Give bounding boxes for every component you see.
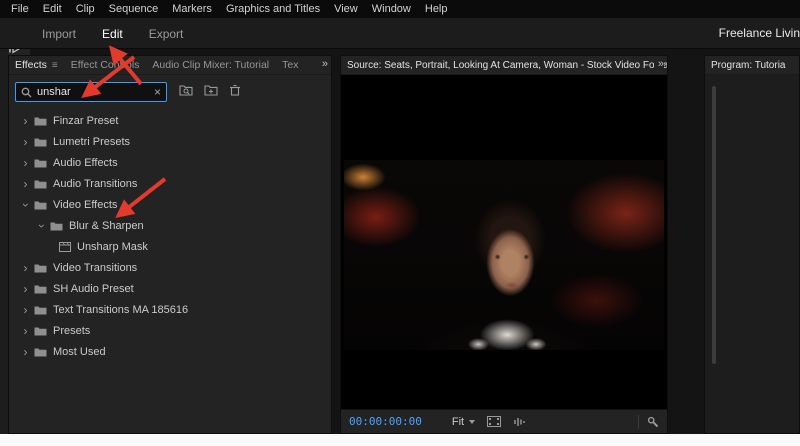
chevron-right-icon[interactable] bbox=[19, 303, 32, 317]
tree-item-audio-effects[interactable]: Audio Effects bbox=[9, 152, 331, 173]
menu-item-window[interactable]: Window bbox=[365, 0, 418, 18]
chevron-right-icon[interactable] bbox=[19, 156, 32, 170]
effects-panel-tabs: Effects ≡ Effect Controls Audio Clip Mix… bbox=[9, 56, 331, 75]
bin-icon bbox=[34, 179, 47, 189]
tree-item-presets[interactable]: Presets bbox=[9, 320, 331, 341]
bin-icon bbox=[34, 263, 47, 273]
zoom-level-value: Fit bbox=[452, 416, 464, 428]
menu-bar: File Edit Clip Sequence Markers Graphics… bbox=[0, 0, 800, 18]
tab-text[interactable]: Tex bbox=[282, 59, 298, 71]
tree-item-label: Text Transitions MA 185616 bbox=[53, 304, 188, 316]
tree-item-label: Video Effects bbox=[53, 199, 117, 211]
tree-item-label: SH Audio Preset bbox=[53, 283, 134, 295]
bin-icon bbox=[50, 221, 63, 231]
bin-toolbar bbox=[179, 84, 241, 96]
bin-icon bbox=[34, 305, 47, 315]
source-controls: 00:00:00:00 Fit bbox=[341, 409, 667, 433]
source-monitor-panel: Source: Seats, Portrait, Looking At Came… bbox=[340, 55, 668, 434]
tree-item-label: Audio Effects bbox=[53, 157, 118, 169]
workspace-tab-import[interactable]: Import bbox=[42, 27, 76, 41]
effects-panel: Effects ≡ Effect Controls Audio Clip Mix… bbox=[8, 55, 332, 434]
tab-effect-controls[interactable]: Effect Controls bbox=[71, 59, 140, 71]
new-custom-bin-icon[interactable] bbox=[204, 84, 219, 96]
bin-icon bbox=[34, 137, 47, 147]
menu-item-view[interactable]: View bbox=[327, 0, 365, 18]
scrollbar[interactable] bbox=[712, 86, 716, 364]
drag-video-icon[interactable] bbox=[487, 416, 501, 427]
menu-item-clip[interactable]: Clip bbox=[69, 0, 102, 18]
zoom-level-select[interactable]: Fit bbox=[452, 416, 475, 428]
delete-bin-icon[interactable] bbox=[229, 84, 241, 96]
tree-item-label: Presets bbox=[53, 325, 90, 337]
screenshot-bottom-margin bbox=[0, 434, 800, 446]
menu-item-file[interactable]: File bbox=[4, 0, 36, 18]
panel-overflow-icon[interactable]: » bbox=[654, 58, 664, 70]
chevron-right-icon[interactable] bbox=[19, 261, 32, 275]
menu-item-edit[interactable]: Edit bbox=[36, 0, 69, 18]
menu-item-markers[interactable]: Markers bbox=[165, 0, 219, 18]
menu-item-sequence[interactable]: Sequence bbox=[102, 0, 166, 18]
tab-audio-clip-mixer[interactable]: Audio Clip Mixer: Tutorial bbox=[152, 59, 269, 71]
panel-menu-icon[interactable]: ≡ bbox=[52, 60, 58, 71]
settings-wrench-icon[interactable] bbox=[647, 416, 659, 428]
search-input[interactable] bbox=[37, 86, 149, 98]
tab-effects[interactable]: Effects bbox=[15, 59, 47, 71]
panel-overflow-icon[interactable]: » bbox=[318, 58, 328, 70]
effect-icon bbox=[59, 242, 71, 252]
bin-icon bbox=[34, 347, 47, 357]
tree-item-blur-sharpen[interactable]: Blur & Sharpen bbox=[9, 215, 331, 236]
menu-item-help[interactable]: Help bbox=[418, 0, 455, 18]
clear-search-icon[interactable]: × bbox=[154, 85, 161, 99]
video-preview[interactable] bbox=[344, 160, 664, 350]
chevron-down-icon bbox=[469, 420, 475, 424]
bin-icon bbox=[34, 200, 47, 210]
divider bbox=[638, 415, 639, 429]
find-bin-icon[interactable] bbox=[179, 84, 194, 96]
chevron-right-icon[interactable] bbox=[19, 345, 32, 359]
tree-item-lumetri-presets[interactable]: Lumetri Presets bbox=[9, 131, 331, 152]
tree-item-label: Finzar Preset bbox=[53, 115, 118, 127]
menu-item-graphics-and-titles[interactable]: Graphics and Titles bbox=[219, 0, 327, 18]
workspace-tab-edit[interactable]: Edit bbox=[102, 27, 123, 41]
bin-icon bbox=[34, 116, 47, 126]
project-title: Freelance Livin bbox=[719, 18, 800, 49]
tree-item-video-effects[interactable]: Video Effects bbox=[9, 194, 331, 215]
chevron-right-icon[interactable] bbox=[19, 114, 32, 128]
source-monitor-title[interactable]: Source: Seats, Portrait, Looking At Came… bbox=[347, 60, 667, 71]
tree-item-label: Unsharp Mask bbox=[77, 241, 148, 253]
chevron-right-icon[interactable] bbox=[19, 135, 32, 149]
tree-item-text-transitions[interactable]: Text Transitions MA 185616 bbox=[9, 299, 331, 320]
current-timecode[interactable]: 00:00:00:00 bbox=[349, 415, 422, 428]
tree-item-video-transitions[interactable]: Video Transitions bbox=[9, 257, 331, 278]
tree-item-label: Video Transitions bbox=[53, 262, 137, 274]
tree-item-label: Most Used bbox=[53, 346, 106, 358]
tree-item-audio-transitions[interactable]: Audio Transitions bbox=[9, 173, 331, 194]
bin-icon bbox=[34, 158, 47, 168]
workspace-tab-export[interactable]: Export bbox=[149, 27, 184, 41]
effects-search: × bbox=[15, 82, 167, 102]
tree-item-finzar-preset[interactable]: Finzar Preset bbox=[9, 110, 331, 131]
workspace-bar: Import Edit Export Freelance Livin bbox=[0, 18, 800, 49]
drag-audio-icon[interactable] bbox=[513, 416, 526, 427]
tree-item-sh-audio-preset[interactable]: SH Audio Preset bbox=[9, 278, 331, 299]
chevron-right-icon[interactable] bbox=[19, 282, 32, 296]
tree-item-unsharp-mask[interactable]: Unsharp Mask bbox=[9, 236, 331, 257]
chevron-down-icon[interactable] bbox=[35, 219, 48, 233]
chevron-right-icon[interactable] bbox=[19, 324, 32, 338]
tree-item-label: Lumetri Presets bbox=[53, 136, 130, 148]
source-video-area bbox=[341, 75, 667, 409]
bin-icon bbox=[34, 326, 47, 336]
effects-tree: Finzar Preset Lumetri Presets Audio Effe… bbox=[9, 110, 331, 362]
chevron-down-icon[interactable] bbox=[19, 198, 32, 212]
chevron-right-icon[interactable] bbox=[19, 177, 32, 191]
tree-item-label: Audio Transitions bbox=[53, 178, 137, 190]
search-icon bbox=[21, 87, 32, 98]
program-monitor-title[interactable]: Program: Tutoria bbox=[711, 60, 785, 71]
tree-item-label: Blur & Sharpen bbox=[69, 220, 144, 232]
program-monitor-panel: Program: Tutoria bbox=[704, 55, 800, 434]
bin-icon bbox=[34, 284, 47, 294]
tree-item-most-used[interactable]: Most Used bbox=[9, 341, 331, 362]
left-gutter bbox=[0, 49, 8, 434]
